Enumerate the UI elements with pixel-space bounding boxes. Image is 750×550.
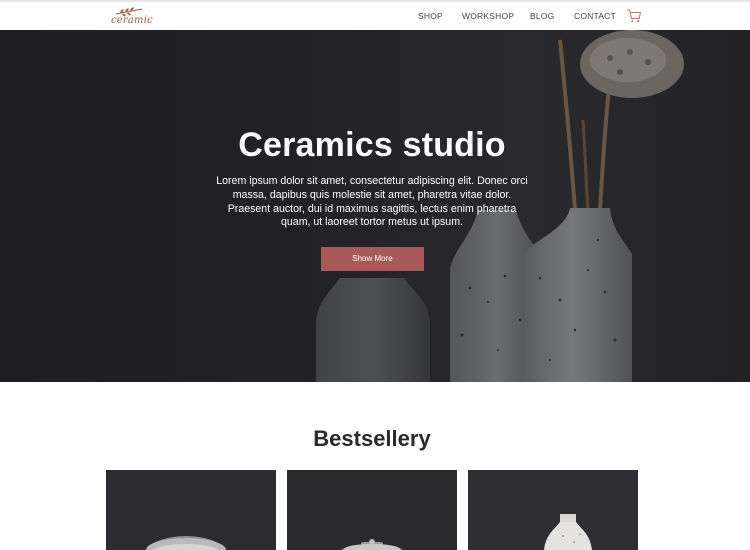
ceramic-bowl-image <box>106 470 276 550</box>
hero-banner: Ceramics studio Lorem ipsum dolor sit am… <box>0 30 750 382</box>
nav-item-blog[interactable]: BLOG <box>530 11 554 21</box>
cart-icon[interactable] <box>626 8 642 24</box>
product-card[interactable] <box>106 470 276 550</box>
nav-item-workshop[interactable]: WORKSHOP <box>462 11 514 21</box>
brand-logo[interactable]: ceramic <box>108 5 153 29</box>
hero-description: Lorem ipsum dolor sit amet, consectetur … <box>216 175 528 229</box>
nav-item-shop[interactable]: SHOP <box>418 11 443 21</box>
ceramic-pot-image <box>287 470 457 550</box>
site-header: ceramic SHOP WORKSHOP BLOG CONTACT <box>0 0 750 30</box>
product-card[interactable] <box>468 470 638 550</box>
show-more-button[interactable]: Show More <box>321 247 424 271</box>
ceramic-vase-image <box>468 470 638 550</box>
hero-title: Ceramics studio <box>238 126 506 164</box>
brand-name: ceramic <box>111 15 153 26</box>
bestsellers-heading: Bestsellery <box>313 426 431 451</box>
product-card[interactable] <box>287 470 457 550</box>
nav-item-contact[interactable]: CONTACT <box>574 11 616 21</box>
